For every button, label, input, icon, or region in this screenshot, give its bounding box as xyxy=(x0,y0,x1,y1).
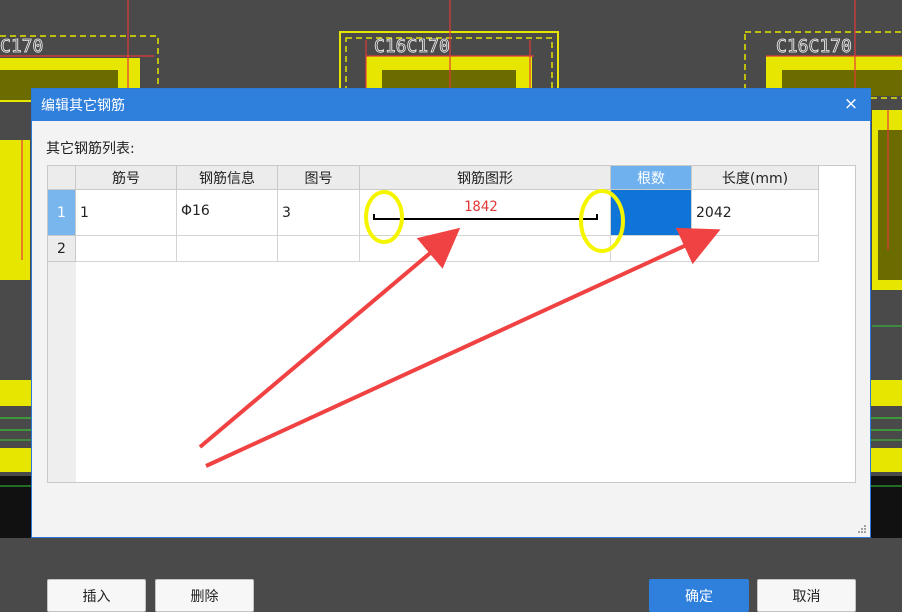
cad-label-left: C170 xyxy=(0,36,43,57)
cell-figure-no[interactable]: 3 xyxy=(278,190,360,236)
cell-bar-info[interactable] xyxy=(177,236,278,262)
insert-button[interactable]: 插入 xyxy=(47,579,146,612)
dialog-title: 编辑其它钢筋 xyxy=(41,98,125,114)
rebar-shape-dimension: 1842 xyxy=(464,199,498,215)
cad-label-right: C16C170 xyxy=(776,36,852,57)
column-header-bar-info[interactable]: 钢筋信息 xyxy=(177,166,278,190)
column-header-shape[interactable]: 钢筋图形 xyxy=(360,166,611,190)
dialog-titlebar[interactable]: 编辑其它钢筋 × xyxy=(32,89,870,121)
row-header-2[interactable]: 2 xyxy=(48,236,76,262)
delete-button[interactable]: 删除 xyxy=(155,579,254,612)
cell-figure-no[interactable] xyxy=(278,236,360,262)
resize-grip-icon[interactable] xyxy=(857,524,867,534)
close-icon[interactable]: × xyxy=(840,93,862,115)
cell-bar-no[interactable]: 1 xyxy=(76,190,177,236)
rebar-list-label: 其它钢筋列表: xyxy=(46,141,135,157)
cell-count[interactable] xyxy=(611,236,692,262)
edit-other-rebar-dialog: 编辑其它钢筋 × 其它钢筋列表: 筋号 钢筋信息 图号 钢筋图形 根数 长度(m… xyxy=(31,88,871,612)
cell-length[interactable]: 2042 xyxy=(692,190,819,236)
column-header-length[interactable]: 长度(mm) xyxy=(692,166,819,190)
cancel-button[interactable]: 取消 xyxy=(757,579,856,612)
cell-rebar-shape[interactable] xyxy=(360,236,611,262)
cell-rebar-shape[interactable]: 1842 xyxy=(360,190,611,236)
cell-length[interactable] xyxy=(692,236,819,262)
table-corner xyxy=(48,166,76,190)
rebar-table: 筋号 钢筋信息 图号 钢筋图形 根数 长度(mm) 1 1 Φ16 3 1842… xyxy=(47,165,856,483)
rebar-shape-drawing: 1842 xyxy=(373,199,598,220)
cad-label-middle: C16C170 xyxy=(374,36,450,57)
cell-count[interactable] xyxy=(611,190,692,236)
row-header-1[interactable]: 1 xyxy=(48,190,76,236)
cell-bar-info[interactable]: Φ16 xyxy=(177,190,278,236)
cell-bar-no[interactable] xyxy=(76,236,177,262)
ok-button[interactable]: 确定 xyxy=(649,579,749,612)
column-header-bar-no[interactable]: 筋号 xyxy=(76,166,177,190)
column-header-count[interactable]: 根数 xyxy=(611,166,692,190)
column-header-figure-no[interactable]: 图号 xyxy=(278,166,360,190)
